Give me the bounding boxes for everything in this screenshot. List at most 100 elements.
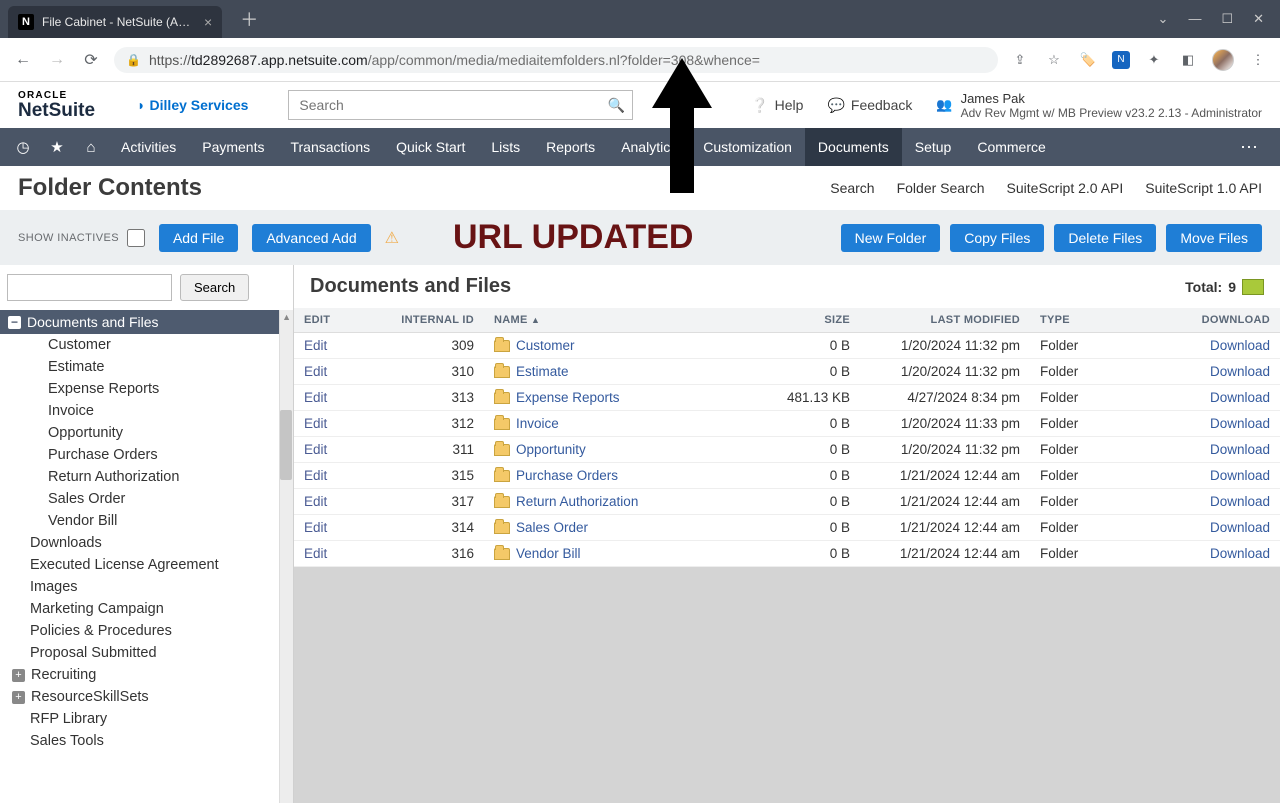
close-window-icon[interactable]: ✕ — [1253, 11, 1264, 27]
nav-item-commerce[interactable]: Commerce — [964, 128, 1058, 166]
tree-item-estimate[interactable]: Estimate — [0, 356, 293, 378]
browser-tab[interactable]: N File Cabinet - NetSuite (Adv Rev × — [8, 6, 222, 38]
nav-item-analytics[interactable]: Analytics — [608, 128, 690, 166]
nav-item-payments[interactable]: Payments — [189, 128, 277, 166]
folder-name-link[interactable]: Purchase Orders — [516, 468, 618, 483]
scrollbar-thumb[interactable] — [280, 410, 292, 480]
global-search-input[interactable] — [289, 91, 600, 119]
oracle-netsuite-logo[interactable]: ORACLE NetSuite — [18, 91, 95, 120]
edit-link[interactable]: Edit — [304, 468, 327, 483]
header-link-search[interactable]: Search — [830, 180, 874, 196]
show-inactives-checkbox[interactable] — [127, 229, 145, 247]
col-download[interactable]: DOWNLOAD — [1170, 308, 1280, 333]
share-icon[interactable]: ⇪ — [1010, 50, 1030, 70]
tree-item-marketing-campaign[interactable]: Marketing Campaign — [0, 598, 293, 620]
download-link[interactable]: Download — [1210, 468, 1270, 483]
folder-name-link[interactable]: Estimate — [516, 364, 569, 379]
edit-link[interactable]: Edit — [304, 442, 327, 457]
edit-link[interactable]: Edit — [304, 390, 327, 405]
folder-name-link[interactable]: Customer — [516, 338, 575, 353]
header-link-suitescript-2-0-api[interactable]: SuiteScript 2.0 API — [1007, 180, 1124, 196]
tree-scrollbar[interactable]: ▲ — [279, 310, 293, 803]
tree-item-expense-reports[interactable]: Expense Reports — [0, 378, 293, 400]
download-link[interactable]: Download — [1210, 338, 1270, 353]
new-tab-button[interactable]: ＋ — [234, 6, 264, 32]
tree-item-sales-tools[interactable]: Sales Tools — [0, 730, 293, 752]
scroll-up-icon[interactable]: ▲ — [282, 312, 291, 322]
col-id[interactable]: INTERNAL ID — [384, 308, 484, 333]
tree-item-policies-procedures[interactable]: Policies & Procedures — [0, 620, 293, 642]
edit-link[interactable]: Edit — [304, 494, 327, 509]
help-link[interactable]: ❔Help — [751, 97, 803, 114]
reload-button[interactable]: ⟳ — [80, 50, 102, 70]
edit-link[interactable]: Edit — [304, 520, 327, 535]
extensions-icon[interactable]: ✦ — [1144, 50, 1164, 70]
tree-search-button[interactable]: Search — [180, 274, 249, 301]
collapse-icon[interactable]: − — [8, 316, 21, 329]
add-file-button[interactable]: Add File — [159, 224, 238, 252]
tree-item-purchase-orders[interactable]: Purchase Orders — [0, 444, 293, 466]
browser-menu-icon[interactable]: ⋮ — [1248, 50, 1268, 70]
account-name[interactable]: Dilley Services — [137, 97, 248, 113]
search-icon[interactable]: 🔍 — [600, 97, 632, 114]
nav-item-customization[interactable]: Customization — [690, 128, 805, 166]
col-name[interactable]: NAME ▲ — [484, 308, 750, 333]
tree-item-images[interactable]: Images — [0, 576, 293, 598]
tree-item-executed-license-agreement[interactable]: Executed License Agreement — [0, 554, 293, 576]
tree-item-sales-order[interactable]: Sales Order — [0, 488, 293, 510]
forward-button[interactable]: → — [46, 51, 68, 69]
delete-files-button[interactable]: Delete Files — [1054, 224, 1156, 252]
tree-item-return-authorization[interactable]: Return Authorization — [0, 466, 293, 488]
download-link[interactable]: Download — [1210, 416, 1270, 431]
profile-avatar[interactable] — [1212, 49, 1234, 71]
download-link[interactable]: Download — [1210, 546, 1270, 561]
nav-more-icon[interactable]: ⋯ — [1226, 137, 1274, 158]
tree-item-invoice[interactable]: Invoice — [0, 400, 293, 422]
copy-files-button[interactable]: Copy Files — [950, 224, 1044, 252]
bookmark-star-icon[interactable]: ☆ — [1044, 50, 1064, 70]
address-bar[interactable]: 🔒 https://td2892687.app.netsuite.com/app… — [114, 47, 998, 73]
edit-link[interactable]: Edit — [304, 546, 327, 561]
new-folder-button[interactable]: New Folder — [841, 224, 941, 252]
side-panel-icon[interactable]: ◧ — [1178, 50, 1198, 70]
tree-root[interactable]: − Documents and Files — [0, 310, 293, 334]
maximize-icon[interactable]: ☐ — [1221, 11, 1233, 27]
edit-link[interactable]: Edit — [304, 364, 327, 379]
home-icon[interactable]: ⌂ — [74, 139, 108, 156]
tree-item-proposal-submitted[interactable]: Proposal Submitted — [0, 642, 293, 664]
tree-search-input[interactable] — [7, 274, 172, 301]
expand-icon[interactable]: + — [12, 691, 25, 704]
folder-name-link[interactable]: Invoice — [516, 416, 559, 431]
folder-name-link[interactable]: Opportunity — [516, 442, 586, 457]
feedback-link[interactable]: 💬Feedback — [827, 97, 912, 114]
tree-item-resourceskillsets[interactable]: +ResourceSkillSets — [0, 686, 293, 708]
col-size[interactable]: SIZE — [750, 308, 860, 333]
download-link[interactable]: Download — [1210, 390, 1270, 405]
export-icon[interactable] — [1242, 279, 1264, 295]
user-menu[interactable]: 👥 James Pak Adv Rev Mgmt w/ MB Preview v… — [936, 91, 1262, 120]
advanced-add-button[interactable]: Advanced Add — [252, 224, 370, 252]
expand-icon[interactable]: + — [12, 669, 25, 682]
extension-icon-1[interactable]: 🏷️ — [1078, 50, 1098, 70]
nav-item-lists[interactable]: Lists — [478, 128, 533, 166]
show-inactives[interactable]: SHOW INACTIVES — [18, 229, 145, 247]
tree-item-opportunity[interactable]: Opportunity — [0, 422, 293, 444]
global-search[interactable]: 🔍 — [288, 90, 633, 120]
tree-item-vendor-bill[interactable]: Vendor Bill — [0, 510, 293, 532]
folder-name-link[interactable]: Sales Order — [516, 520, 588, 535]
col-edit[interactable]: EDIT — [294, 308, 384, 333]
tree-item-rfp-library[interactable]: RFP Library — [0, 708, 293, 730]
extension-icon-2[interactable]: N — [1112, 51, 1130, 69]
download-link[interactable]: Download — [1210, 494, 1270, 509]
chevron-down-icon[interactable]: ⌄ — [1158, 11, 1169, 27]
header-link-folder-search[interactable]: Folder Search — [897, 180, 985, 196]
edit-link[interactable]: Edit — [304, 338, 327, 353]
download-link[interactable]: Download — [1210, 520, 1270, 535]
favorites-icon[interactable]: ★ — [40, 138, 74, 156]
move-files-button[interactable]: Move Files — [1166, 224, 1262, 252]
folder-name-link[interactable]: Vendor Bill — [516, 546, 581, 561]
nav-item-activities[interactable]: Activities — [108, 128, 189, 166]
col-type[interactable]: TYPE — [1030, 308, 1170, 333]
tab-close-icon[interactable]: × — [204, 14, 212, 30]
tree-item-customer[interactable]: Customer — [0, 334, 293, 356]
